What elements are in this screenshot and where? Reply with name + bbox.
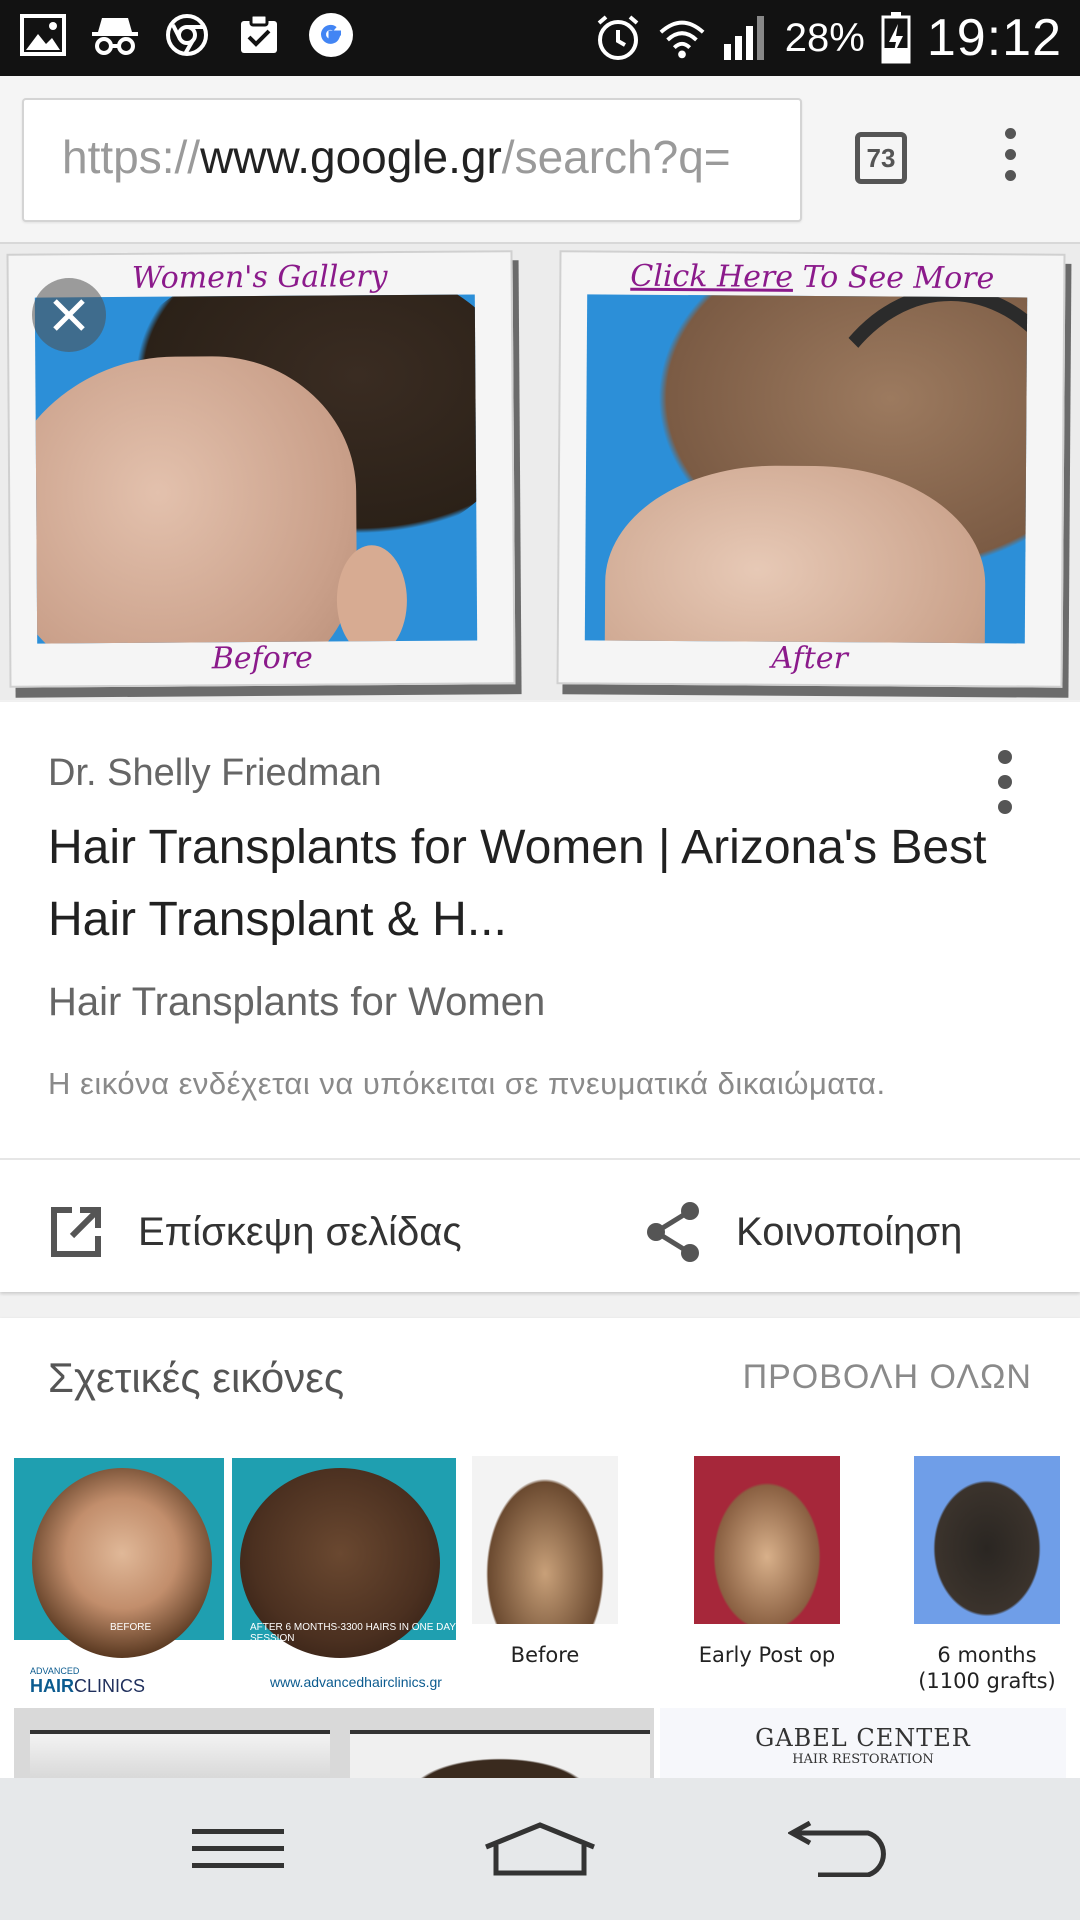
- thumbnail-image: [472, 1456, 618, 1624]
- thumbnail-caption: Before: [510, 1643, 580, 1667]
- share-icon: [647, 1202, 699, 1262]
- caption-line: 6 months: [937, 1643, 1037, 1667]
- dot: [1004, 149, 1016, 160]
- system-icons: 28% 19:12: [593, 6, 1062, 70]
- share-label: Κοινοποίηση: [736, 1209, 963, 1254]
- related-images-section: Σχετικές εικόνες ΠΡΟΒΟΛΗ ΟΛΩΝ BEFORE AFT…: [0, 1318, 1080, 1778]
- menu-button[interactable]: [138, 1778, 338, 1920]
- incognito-icon: [90, 10, 140, 60]
- dot: [998, 775, 1012, 789]
- thumb-caption-before: BEFORE: [110, 1622, 152, 1633]
- related-thumbnail[interactable]: Early Post op: [690, 1456, 850, 1696]
- wifi-icon: [657, 13, 707, 63]
- gallery-icon: [18, 10, 68, 60]
- clinic-brand: ADVANCED HAIRCLINICS: [30, 1666, 145, 1697]
- ear-shape: [336, 544, 408, 644]
- clock: 19:12: [926, 9, 1062, 67]
- related-thumbnail[interactable]: GABEL CENTER HAIR RESTORATION: [660, 1708, 1066, 1778]
- thumbnail-image: [914, 1456, 1060, 1624]
- face-shape: [34, 355, 358, 644]
- notification-icons: [18, 10, 356, 60]
- thumbnail-image: [30, 1730, 330, 1778]
- google-icon: [306, 10, 356, 60]
- dot: [998, 750, 1012, 764]
- related-thumbnail[interactable]: 6 months (1100 grafts): [910, 1456, 1070, 1706]
- related-thumbnail[interactable]: [14, 1708, 654, 1778]
- caption-line: (1100 grafts): [918, 1669, 1056, 1693]
- after-caption: After: [771, 640, 849, 677]
- divider: [0, 1158, 1080, 1160]
- gabel-center-subtitle: HAIR RESTORATION: [792, 1752, 934, 1767]
- menu-icon: [192, 1829, 284, 1868]
- before-photo: [34, 294, 478, 644]
- image-info-card: Dr. Shelly Friedman Hair Transplants for…: [0, 702, 1080, 1292]
- chrome-icon: [162, 10, 212, 60]
- visit-page-label: Επίσκεψη σελίδας: [138, 1209, 462, 1254]
- home-button[interactable]: [440, 1778, 640, 1920]
- related-thumbnail[interactable]: BEFORE AFTER 6 MONTHS-3300 HAIRS IN ONE …: [14, 1450, 456, 1704]
- clipboard-check-icon: [234, 10, 284, 60]
- after-photo: [584, 294, 1028, 644]
- result-title[interactable]: Hair Transplants for Women | Arizona's B…: [48, 812, 1008, 956]
- tab-switcher-button[interactable]: 73: [855, 132, 907, 184]
- thumbnail-image: [694, 1456, 840, 1624]
- click-here-rest: To See More: [792, 259, 995, 297]
- result-subtitle: Hair Transplants for Women: [48, 980, 546, 1024]
- share-button[interactable]: Κοινοποίηση: [644, 1192, 962, 1272]
- back-button[interactable]: [742, 1778, 942, 1920]
- url-path: /search?q=: [501, 131, 731, 183]
- thumbnail-caption: Early Post op: [698, 1643, 836, 1667]
- clinic-website: www.advancedhairclinics.gr: [270, 1674, 442, 1690]
- click-here-caption: Click Here To See More: [561, 258, 1063, 297]
- source-name: Dr. Shelly Friedman: [48, 752, 382, 794]
- thumbnail-image: [350, 1730, 650, 1778]
- gabel-center-title: GABEL CENTER: [755, 1724, 971, 1752]
- related-thumbnail[interactable]: Before: [468, 1456, 628, 1696]
- status-bar: 28% 19:12: [0, 0, 1080, 76]
- thumbnail-caption: 6 months (1100 grafts): [910, 1642, 1064, 1694]
- url-scheme: https://: [62, 131, 201, 183]
- view-all-link[interactable]: ΠΡΟΒΟΛΗ ΟΛΩΝ: [743, 1358, 1032, 1397]
- signal-icon: [721, 13, 771, 63]
- brand-main: HAIR: [30, 1676, 74, 1696]
- close-button[interactable]: [32, 278, 106, 352]
- back-icon: [788, 1821, 886, 1877]
- brand-top: ADVANCED: [30, 1666, 80, 1676]
- dot: [1004, 170, 1016, 181]
- battery-charging-icon: [879, 12, 913, 64]
- visit-page-button[interactable]: Επίσκεψη σελίδας: [48, 1192, 462, 1272]
- hero-image[interactable]: Women's Gallery Before Click Here To See…: [0, 244, 1080, 700]
- after-photo-frame: Click Here To See More After: [556, 250, 1066, 688]
- close-icon: [53, 299, 85, 331]
- brand-main-rest: CLINICS: [74, 1676, 146, 1696]
- copyright-notice: Η εικόνα ενδέχεται να υπόκειται σε πνευμ…: [48, 1066, 886, 1101]
- url-text[interactable]: https://www.google.gr/search?q=: [62, 130, 731, 184]
- click-here-link: Click Here: [630, 258, 794, 295]
- dot: [1004, 128, 1016, 139]
- battery-percent: 28%: [784, 15, 865, 60]
- home-icon: [485, 1822, 595, 1876]
- browser-menu-button[interactable]: [998, 128, 1022, 192]
- navigation-bar: [0, 1778, 1080, 1920]
- related-images-title: Σχετικές εικόνες: [48, 1354, 345, 1401]
- alarm-icon: [593, 13, 643, 63]
- url-host: www.google.gr: [200, 131, 502, 183]
- open-external-icon: [51, 1207, 101, 1257]
- thumb-caption-after: AFTER 6 MONTHS-3300 HAIRS IN ONE DAY SES…: [250, 1622, 456, 1644]
- url-bar[interactable]: https://www.google.gr/search?q=: [22, 98, 802, 222]
- before-caption: Before: [211, 640, 313, 677]
- browser-toolbar: https://www.google.gr/search?q= 73: [0, 76, 1080, 244]
